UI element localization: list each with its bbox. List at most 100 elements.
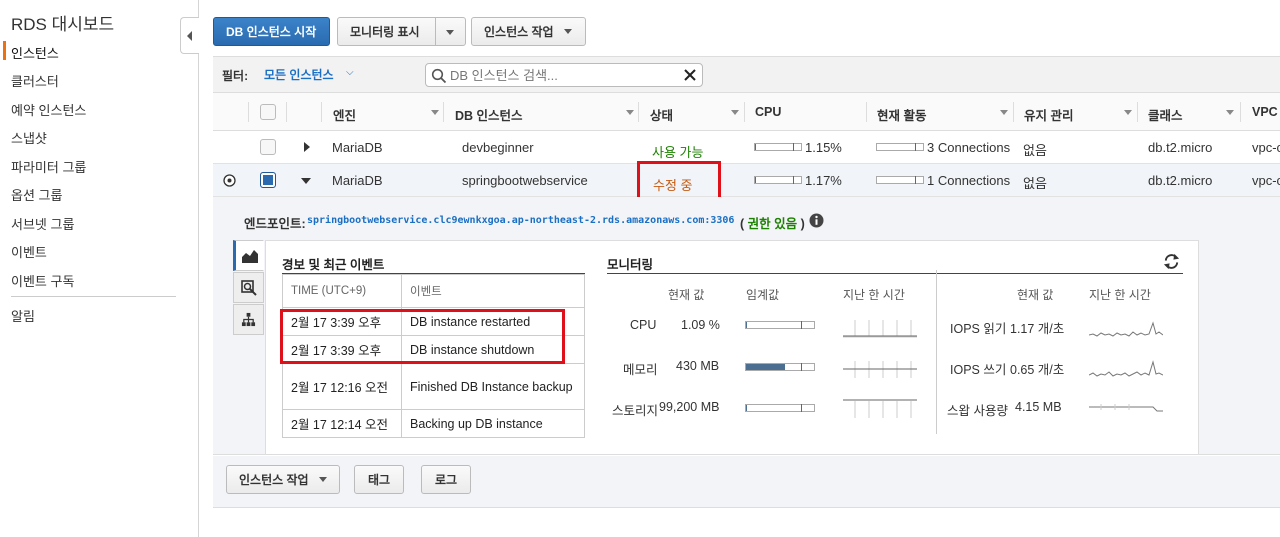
metric-label: IOPS 읽기 [950, 322, 1007, 336]
activity-bar [876, 176, 924, 184]
row-checkbox[interactable] [260, 139, 276, 155]
table-row[interactable]: MariaDB devbeginner 사용 가능 1.15% 3 Connec… [213, 131, 1280, 164]
metric-label: 스왑 사용량 [947, 404, 1008, 418]
info-icon[interactable] [809, 213, 824, 228]
sidebar-item-events[interactable]: 이벤트 [11, 242, 47, 261]
sort-icon[interactable] [1124, 110, 1132, 115]
sidebar-item-clusters[interactable]: 클러스터 [11, 71, 59, 90]
sort-icon[interactable] [431, 110, 439, 115]
select-all-checkbox[interactable] [260, 104, 276, 120]
chevron-down-icon[interactable]: ⌵ [346, 67, 354, 78]
events-title: 경보 및 최근 이벤트 [282, 258, 385, 272]
metric-bar-fill [746, 364, 786, 370]
column-header-engine[interactable]: 엔진 [333, 105, 356, 124]
memory-sparkline[interactable] [843, 357, 917, 379]
cell-cpu: 1.15% [805, 140, 842, 155]
metric-threshold-marker [801, 321, 802, 329]
refresh-icon[interactable] [1162, 252, 1181, 271]
event-time: 2월 17 12:14 오전 [282, 409, 402, 438]
search-box[interactable] [425, 63, 703, 87]
iops-write-sparkline[interactable] [1089, 357, 1163, 379]
event-row: 2월 17 3:39 오후 DB instance shutdown [282, 335, 585, 364]
instance-actions-button[interactable]: 인스턴스 작업 [471, 17, 586, 46]
launch-instance-label: DB 인스턴스 시작 [226, 25, 317, 39]
sidebar-collapse-button[interactable] [180, 17, 199, 54]
sidebar-item-instances[interactable]: 인스턴스 [11, 43, 59, 62]
tab-topology[interactable] [233, 304, 264, 335]
sidebar-divider [11, 296, 176, 297]
cell-db-instance[interactable]: springbootwebservice [462, 173, 588, 188]
show-monitoring-button[interactable]: 모니터링 표시 [337, 17, 466, 46]
chevron-down-icon [563, 29, 572, 34]
event-text: Finished DB Instance backup [401, 363, 585, 410]
close-icon[interactable] [682, 67, 698, 83]
bottom-instance-actions-label: 인스턴스 작업 [239, 473, 309, 487]
column-separator [638, 102, 639, 122]
sidebar-title[interactable]: RDS 대시보드 [11, 10, 114, 35]
logs-button[interactable]: 로그 [421, 465, 471, 494]
cpu-bar [754, 143, 802, 151]
endpoint-label: 엔드포인트: [244, 217, 306, 231]
launch-instance-button[interactable]: DB 인스턴스 시작 [213, 17, 330, 46]
collapse-row-icon[interactable] [300, 176, 312, 186]
mon-header-current-right: 현재 값 [1017, 288, 1054, 302]
cell-status: 사용 가능 [652, 145, 704, 160]
search-input[interactable] [450, 66, 680, 84]
cell-vpc[interactable]: vpc-c [1252, 140, 1280, 155]
sidebar-item-option-groups[interactable]: 옵션 그룹 [11, 185, 62, 204]
metric-label: IOPS 쓰기 [950, 363, 1007, 377]
cell-vpc[interactable]: vpc-c [1252, 173, 1280, 188]
bottom-instance-actions-button[interactable]: 인스턴스 작업 [226, 465, 340, 494]
event-row: 2월 17 3:39 오후 DB instance restarted [282, 307, 585, 336]
metric-bar [745, 363, 815, 371]
cell-activity[interactable]: 1 Connections [927, 173, 1010, 188]
metric-value: 1.09 % [681, 318, 720, 332]
tab-monitoring[interactable] [233, 240, 264, 271]
row-checkbox[interactable] [260, 172, 276, 188]
storage-sparkline[interactable] [843, 397, 917, 419]
metric-threshold-marker [801, 363, 802, 371]
cpu-sparkline[interactable] [843, 316, 917, 338]
filter-bar: 필터: 모든 인스턴스 ⌵ [213, 56, 1280, 93]
table-header: 엔진 DB 인스턴스 상태 CPU 현재 활동 유지 관리 클래스 VPC [213, 93, 1280, 131]
events-header-time: TIME (UTC+9) [282, 274, 402, 308]
expand-row-icon[interactable] [302, 141, 312, 153]
event-row: 2월 17 12:14 오전 Backing up DB instance [282, 409, 585, 438]
sidebar-item-reserved-instances[interactable]: 예약 인스턴스 [11, 100, 86, 119]
column-header-class[interactable]: 클래스 [1148, 105, 1183, 124]
sort-icon[interactable] [731, 110, 739, 115]
sidebar-item-alerts[interactable]: 알림 [11, 306, 35, 325]
show-monitoring-label: 모니터링 표시 [350, 25, 420, 39]
monitoring-panel: 경보 및 최근 이벤트 TIME (UTC+9) 이벤트 2월 17 3:39 … [265, 240, 1199, 455]
sort-icon[interactable] [626, 110, 634, 115]
events-table: TIME (UTC+9) 이벤트 2월 17 3:39 오후 DB instan… [282, 274, 585, 438]
column-header-maintenance[interactable]: 유지 관리 [1024, 105, 1073, 124]
split-divider [435, 18, 436, 45]
column-separator [866, 102, 867, 122]
sidebar-item-subnet-groups[interactable]: 서브넷 그룹 [11, 214, 74, 233]
cell-activity[interactable]: 3 Connections [927, 140, 1010, 155]
column-header-status[interactable]: 상태 [650, 105, 673, 124]
iops-read-sparkline[interactable] [1089, 317, 1163, 339]
sidebar-item-event-subscriptions[interactable]: 이벤트 구독 [11, 271, 74, 290]
sidebar-item-parameter-groups[interactable]: 파라미터 그룹 [11, 157, 86, 176]
column-header-vpc[interactable]: VPC [1252, 105, 1278, 119]
cell-db-instance[interactable]: devbeginner [462, 140, 534, 155]
column-header-cpu[interactable]: CPU [755, 105, 781, 119]
column-header-db-instance[interactable]: DB 인스턴스 [455, 105, 523, 124]
tags-button[interactable]: 태그 [354, 465, 404, 494]
event-row: 2월 17 12:16 오전 Finished DB Instance back… [282, 363, 585, 410]
sort-icon[interactable] [1226, 110, 1234, 115]
cell-engine: MariaDB [332, 140, 383, 155]
sidebar-item-snapshots[interactable]: 스냅샷 [11, 128, 47, 147]
column-header-activity[interactable]: 현재 활동 [877, 105, 926, 124]
endpoint-value[interactable]: springbootwebservice.clc9ewnkxgoa.ap-nor… [307, 215, 734, 226]
selected-row-radio-icon[interactable] [223, 174, 236, 187]
main-content: DB 인스턴스 시작 모니터링 표시 인스턴스 작업 필터: 모든 인스턴스 ⌵ [213, 0, 1280, 537]
swap-usage-sparkline[interactable] [1089, 397, 1163, 419]
table-row[interactable]: MariaDB springbootwebservice 수정 중 1.17% … [213, 164, 1280, 197]
filter-dropdown[interactable]: 모든 인스턴스 [264, 66, 334, 83]
sort-icon[interactable] [1000, 110, 1008, 115]
tab-details[interactable] [233, 272, 264, 303]
mon-header-last-hour: 지난 한 시간 [843, 288, 905, 302]
